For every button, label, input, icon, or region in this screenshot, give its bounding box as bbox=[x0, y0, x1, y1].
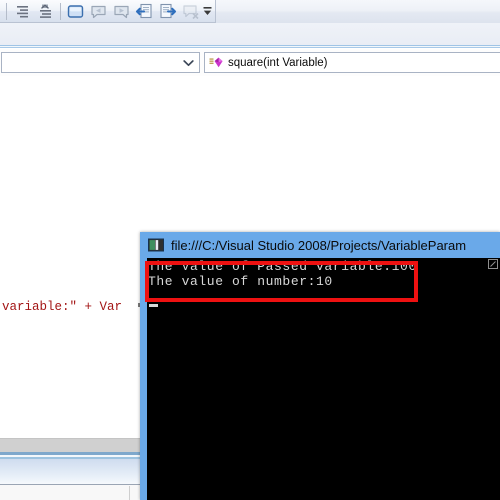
window-icon[interactable] bbox=[66, 2, 85, 21]
class-combo-box[interactable] bbox=[1, 52, 200, 73]
navigation-bar: square(int Variable) bbox=[0, 49, 500, 76]
console-window-icon bbox=[148, 238, 164, 252]
method-purple-icon bbox=[209, 56, 225, 70]
replace-in-files-icon[interactable] bbox=[158, 2, 177, 21]
code-line-string-literal: variable:" + Var bbox=[2, 300, 123, 314]
toolbar-background-filler bbox=[0, 23, 500, 45]
separator-rule-bottom bbox=[0, 47, 500, 48]
toolbar-strip bbox=[0, 0, 500, 23]
toolbar-separator-2 bbox=[60, 3, 61, 20]
console-window[interactable]: file:///C:/Visual Studio 2008/Projects/V… bbox=[140, 232, 500, 500]
console-output-line-2: The value of number:10 bbox=[148, 274, 333, 289]
toolbar-group bbox=[0, 0, 216, 23]
console-corner-glyph bbox=[488, 259, 498, 269]
navigate-forward-icon[interactable] bbox=[112, 2, 131, 21]
member-combo-box[interactable]: square(int Variable) bbox=[204, 52, 500, 73]
indent-comment-icon[interactable] bbox=[36, 2, 55, 21]
application-window: square(int Variable) variable:" + Var fi… bbox=[0, 0, 500, 500]
console-title-text: file:///C:/Visual Studio 2008/Projects/V… bbox=[171, 237, 467, 253]
console-title-bar[interactable]: file:///C:/Visual Studio 2008/Projects/V… bbox=[140, 232, 500, 258]
indent-decrease-icon[interactable] bbox=[13, 2, 32, 21]
status-bar-divider-1 bbox=[129, 486, 130, 500]
toolbar-separator-1 bbox=[6, 3, 7, 20]
member-combo-value: square(int Variable) bbox=[228, 56, 328, 69]
clear-bookmarks-icon bbox=[181, 2, 200, 21]
chevron-down-icon[interactable] bbox=[180, 53, 196, 72]
toolbar-overflow-icon[interactable] bbox=[202, 4, 213, 19]
console-output-area[interactable]: The Value of Passed variable:100 The val… bbox=[147, 258, 500, 500]
console-cursor bbox=[149, 304, 158, 307]
navigate-backward-icon[interactable] bbox=[89, 2, 108, 21]
find-in-files-icon[interactable] bbox=[135, 2, 154, 21]
console-output-line-1: The Value of Passed variable:100 bbox=[148, 259, 417, 274]
